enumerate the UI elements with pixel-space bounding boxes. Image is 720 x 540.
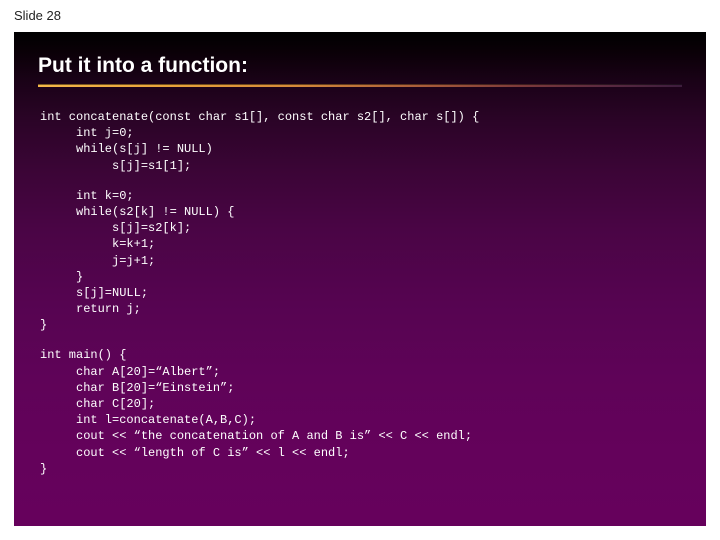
title-underline bbox=[38, 84, 682, 87]
slide-body: Put it into a function: int concatenate(… bbox=[14, 32, 706, 526]
title-area: Put it into a function: bbox=[14, 32, 706, 95]
code-block-func-top: int concatenate(const char s1[], const c… bbox=[14, 95, 706, 174]
slide-title: Put it into a function: bbox=[38, 54, 682, 82]
code-block-main: int main() { char A[20]=“Albert”; char B… bbox=[14, 333, 706, 477]
slide-number-label: Slide 28 bbox=[14, 8, 61, 23]
code-block-func-bottom: int k=0; while(s2[k] != NULL) { s[j]=s2[… bbox=[14, 174, 706, 334]
page: Slide 28 Put it into a function: int con… bbox=[0, 0, 720, 540]
